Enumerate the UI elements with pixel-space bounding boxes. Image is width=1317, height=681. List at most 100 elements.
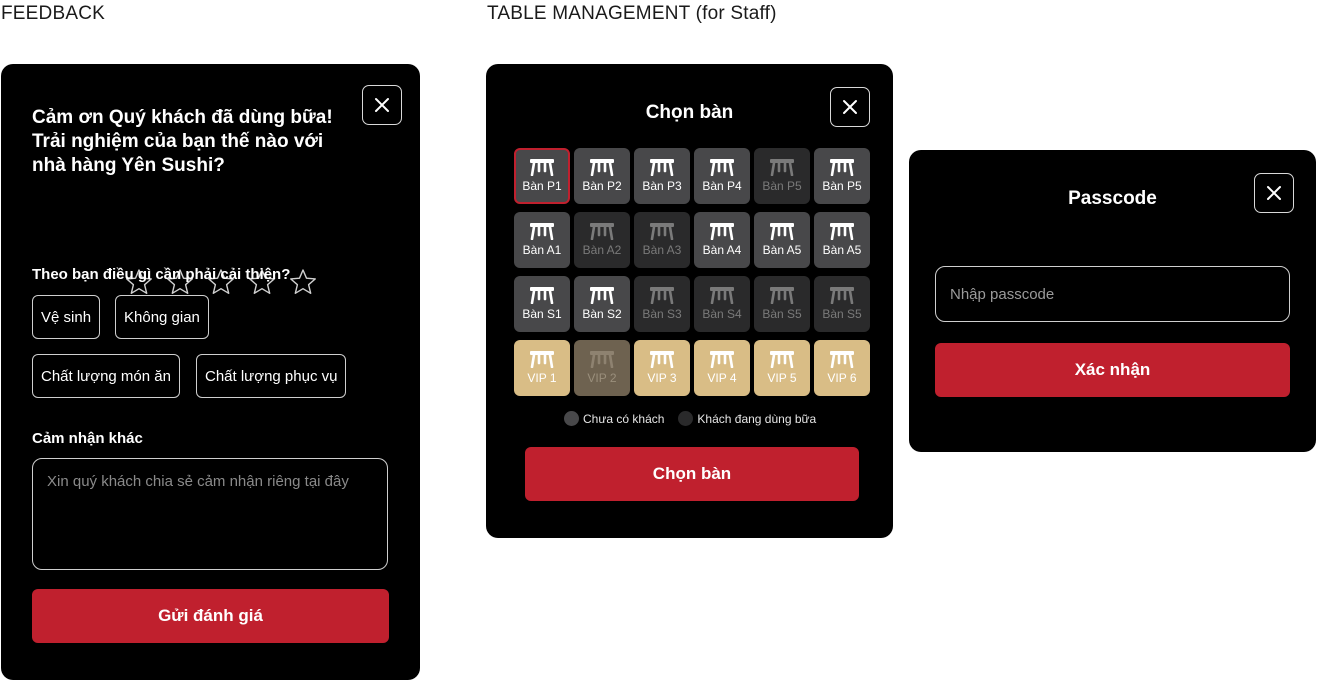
table-icon xyxy=(830,223,854,240)
table-tile[interactable]: Bàn A3 xyxy=(634,212,690,268)
table-tile-label: Bàn P5 xyxy=(822,179,862,193)
table-icon xyxy=(530,159,554,176)
table-icon xyxy=(830,287,854,304)
table-tile[interactable]: VIP 5 xyxy=(754,340,810,396)
table-tile[interactable]: Bàn P3 xyxy=(634,148,690,204)
feedback-close-button[interactable] xyxy=(362,85,402,125)
submit-feedback-button[interactable]: Gửi đánh giá xyxy=(32,589,389,643)
feedback-dialog: Cảm ơn Quý khách đã dùng bữa! Trải nghiệ… xyxy=(1,64,420,680)
table-tile[interactable]: Bàn S5 xyxy=(754,276,810,332)
table-icon xyxy=(530,287,554,304)
table-icon xyxy=(770,287,794,304)
table-tile-label: Bàn P2 xyxy=(582,179,622,193)
passcode-dialog: Passcode Xác nhận xyxy=(909,150,1316,452)
table-tile[interactable]: Bàn A2 xyxy=(574,212,630,268)
table-tile[interactable]: Bàn S1 xyxy=(514,276,570,332)
table-tile-label: Bàn A2 xyxy=(582,243,622,257)
table-icon xyxy=(710,351,734,368)
table-legend: Chưa có khách Khách đang dùng bữa xyxy=(564,411,816,426)
table-tile-label: VIP 4 xyxy=(707,371,737,385)
table-select-dialog: Chọn bàn Bàn P1 Bàn P2 Bàn P3 Bàn P4 Bàn P5 B… xyxy=(486,64,893,538)
close-icon xyxy=(375,98,389,112)
table-icon xyxy=(710,223,734,240)
option-chip-space[interactable]: Không gian xyxy=(115,295,209,339)
table-tile[interactable]: VIP 2 xyxy=(574,340,630,396)
option-chip-food-quality[interactable]: Chất lượng món ăn xyxy=(32,354,180,398)
option-chip-hygiene[interactable]: Vệ sinh xyxy=(32,295,101,339)
table-tile-label: Bàn P4 xyxy=(702,179,742,193)
legend-item-busy: Khách đang dùng bữa xyxy=(678,411,816,426)
table-tile-label: VIP 1 xyxy=(527,371,557,385)
table-icon xyxy=(650,287,674,304)
table-icon xyxy=(710,159,734,176)
table-tile[interactable]: VIP 3 xyxy=(634,340,690,396)
table-tile-label: Bàn S2 xyxy=(582,307,622,321)
feedback-title: Cảm ơn Quý khách đã dùng bữa! Trải nghiệ… xyxy=(32,107,333,176)
table-tile-label: Bàn S5 xyxy=(762,307,802,321)
table-icon xyxy=(710,287,734,304)
table-tile[interactable]: VIP 1 xyxy=(514,340,570,396)
table-tile-label: Bàn A1 xyxy=(522,243,562,257)
table-tile-label: Bàn A4 xyxy=(702,243,742,257)
table-tile-label: VIP 3 xyxy=(647,371,677,385)
table-icon xyxy=(770,223,794,240)
table-tile[interactable]: Bàn S2 xyxy=(574,276,630,332)
legend-item-free: Chưa có khách xyxy=(564,411,664,426)
table-tile[interactable]: Bàn S5 xyxy=(814,276,870,332)
close-icon xyxy=(1267,186,1281,200)
table-tile-label: Bàn A5 xyxy=(822,243,862,257)
table-icon xyxy=(770,351,794,368)
table-tile[interactable]: Bàn A5 xyxy=(814,212,870,268)
table-tile[interactable]: Bàn P5 xyxy=(754,148,810,204)
table-tile[interactable]: Bàn P2 xyxy=(574,148,630,204)
table-tile-label: Bàn S1 xyxy=(522,307,562,321)
table-tile[interactable]: Bàn S3 xyxy=(634,276,690,332)
table-tile[interactable]: Bàn A4 xyxy=(694,212,750,268)
table-tile-label: Bàn A5 xyxy=(762,243,802,257)
table-icon xyxy=(650,159,674,176)
table-tile-label: VIP 5 xyxy=(767,371,797,385)
table-tile-label: Bàn S4 xyxy=(702,307,742,321)
table-icon xyxy=(770,159,794,176)
passcode-input[interactable] xyxy=(935,266,1290,322)
table-icon xyxy=(530,351,554,368)
table-icon xyxy=(590,287,614,304)
table-tile[interactable]: VIP 4 xyxy=(694,340,750,396)
table-close-button[interactable] xyxy=(830,87,870,127)
table-icon xyxy=(590,223,614,240)
table-tile[interactable]: Bàn P5 xyxy=(814,148,870,204)
legend-dot-free xyxy=(564,411,579,426)
table-tile-label: Bàn S5 xyxy=(822,307,862,321)
improve-question: Theo bạn điều gì cần phải cải thiện? xyxy=(32,266,291,283)
table-grid: Bàn P1 Bàn P2 Bàn P3 Bàn P4 Bàn P5 Bàn P5 Bàn … xyxy=(514,148,870,396)
table-icon xyxy=(830,159,854,176)
table-tile-label: Bàn P1 xyxy=(522,179,562,193)
table-management-section-label: TABLE MANAGEMENT (for Staff) xyxy=(487,3,777,24)
table-tile[interactable]: Bàn S4 xyxy=(694,276,750,332)
confirm-passcode-button[interactable]: Xác nhận xyxy=(935,343,1290,397)
other-feedback-label: Cảm nhận khác xyxy=(32,430,143,447)
table-tile[interactable]: Bàn P4 xyxy=(694,148,750,204)
table-tile-label: VIP 6 xyxy=(827,371,857,385)
star-icon[interactable] xyxy=(289,268,317,296)
table-tile-label: VIP 2 xyxy=(587,371,617,385)
table-icon xyxy=(590,351,614,368)
table-tile-label: Bàn S3 xyxy=(642,307,682,321)
legend-label-busy: Khách đang dùng bữa xyxy=(697,411,817,426)
option-chip-service-quality[interactable]: Chất lượng phục vụ xyxy=(196,354,347,398)
table-tile[interactable]: Bàn P1 xyxy=(514,148,570,204)
table-tile[interactable]: Bàn A5 xyxy=(754,212,810,268)
choose-table-button[interactable]: Chọn bàn xyxy=(525,447,859,501)
table-tile-label: Bàn P5 xyxy=(762,179,802,193)
other-feedback-textarea[interactable] xyxy=(32,458,388,570)
passcode-close-button[interactable] xyxy=(1254,173,1294,213)
table-tile[interactable]: Bàn A1 xyxy=(514,212,570,268)
table-icon xyxy=(590,159,614,176)
feedback-section-label: FEEDBACK xyxy=(1,3,106,24)
table-tile-label: Bàn A3 xyxy=(642,243,682,257)
table-icon xyxy=(650,351,674,368)
table-icon xyxy=(650,223,674,240)
table-icon xyxy=(830,351,854,368)
close-icon xyxy=(843,100,857,114)
table-tile[interactable]: VIP 6 xyxy=(814,340,870,396)
